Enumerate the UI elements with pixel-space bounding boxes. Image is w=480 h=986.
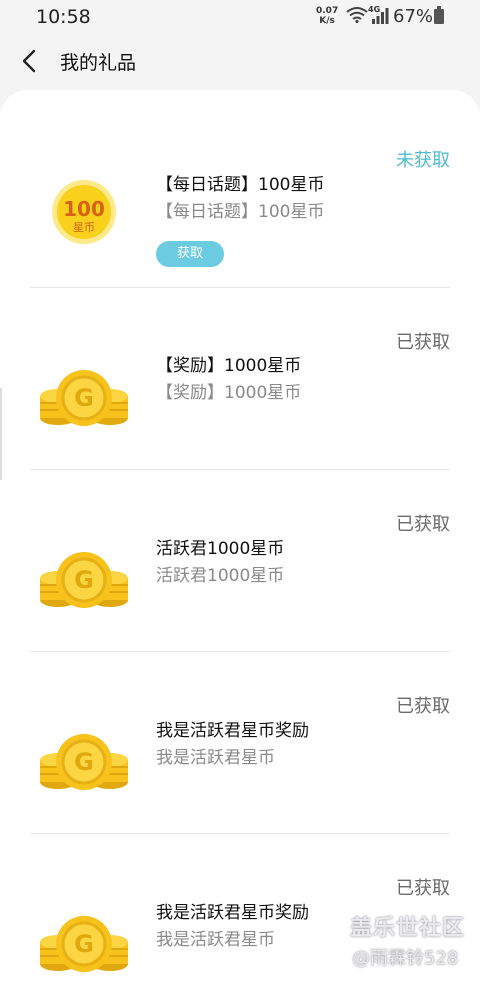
gift-name: 【每日话题】100星币 xyxy=(156,175,325,195)
gift-item[interactable]: 已获取 【奖励】1000星币 【奖励】1000星币 xyxy=(30,288,450,470)
watermark-user: @雨霖铃528 xyxy=(352,948,459,969)
status-time: 10:58 xyxy=(36,6,91,28)
gift-description: 【奖励】1000星币 xyxy=(156,383,302,403)
gift-status: 已获取 xyxy=(396,696,450,717)
gift-name: 我是活跃君星币奖励 xyxy=(156,903,309,923)
badge-unit: 星币 xyxy=(73,221,95,234)
wifi-icon xyxy=(346,7,368,23)
badge-value: 100 xyxy=(63,197,105,221)
signal-icon xyxy=(372,8,389,24)
scroll-edge-indicator xyxy=(0,388,2,480)
network-speed-value: 0.07 xyxy=(316,6,339,16)
gift-item[interactable]: 已获取 我是活跃君星币奖励 我是活跃君星币 xyxy=(30,652,450,834)
gift-description: 活跃君1000星币 xyxy=(156,566,285,586)
page-title: 我的礼品 xyxy=(60,52,137,74)
back-arrow-icon[interactable] xyxy=(16,46,44,76)
gift-status: 已获取 xyxy=(396,878,450,899)
gift-name: 活跃君1000星币 xyxy=(156,539,285,559)
gift-description: 我是活跃君星币 xyxy=(156,748,275,768)
network-speed-unit: K/s xyxy=(319,16,335,26)
watermark-title: 盖乐世社区 xyxy=(350,916,466,941)
gold-coin-stack-icon xyxy=(38,550,130,610)
star-coin-badge-icon: 100 星币 xyxy=(52,180,116,244)
gift-list[interactable]: 未获取 100 星币 【每日话题】100星币 【每日话题】100星币 获取 已获… xyxy=(0,90,480,986)
gold-coin-stack-icon xyxy=(38,732,130,792)
gold-coin-stack-icon xyxy=(38,368,130,428)
gift-status: 已获取 xyxy=(396,332,450,353)
gift-name: 我是活跃君星币奖励 xyxy=(156,721,309,741)
network-speed: 0.07 K/s xyxy=(316,6,338,26)
gold-coin-stack-icon xyxy=(38,914,130,974)
app-header: 我的礼品 xyxy=(0,34,480,90)
gift-item[interactable]: 已获取 活跃君1000星币 活跃君1000星币 xyxy=(30,470,450,652)
gift-description: 【每日话题】100星币 xyxy=(156,202,325,222)
gift-description: 我是活跃君星币 xyxy=(156,930,275,950)
status-bar: 10:58 0.07 K/s 4G 67% xyxy=(0,0,480,34)
battery-icon xyxy=(434,6,444,24)
gift-status: 未获取 xyxy=(396,150,450,171)
gift-status: 已获取 xyxy=(396,514,450,535)
gift-name: 【奖励】1000星币 xyxy=(156,356,302,376)
battery-percent: 67% xyxy=(393,6,434,27)
claim-button[interactable]: 获取 xyxy=(156,241,224,267)
gift-item[interactable]: 未获取 100 星币 【每日话题】100星币 【每日话题】100星币 获取 xyxy=(30,106,450,288)
